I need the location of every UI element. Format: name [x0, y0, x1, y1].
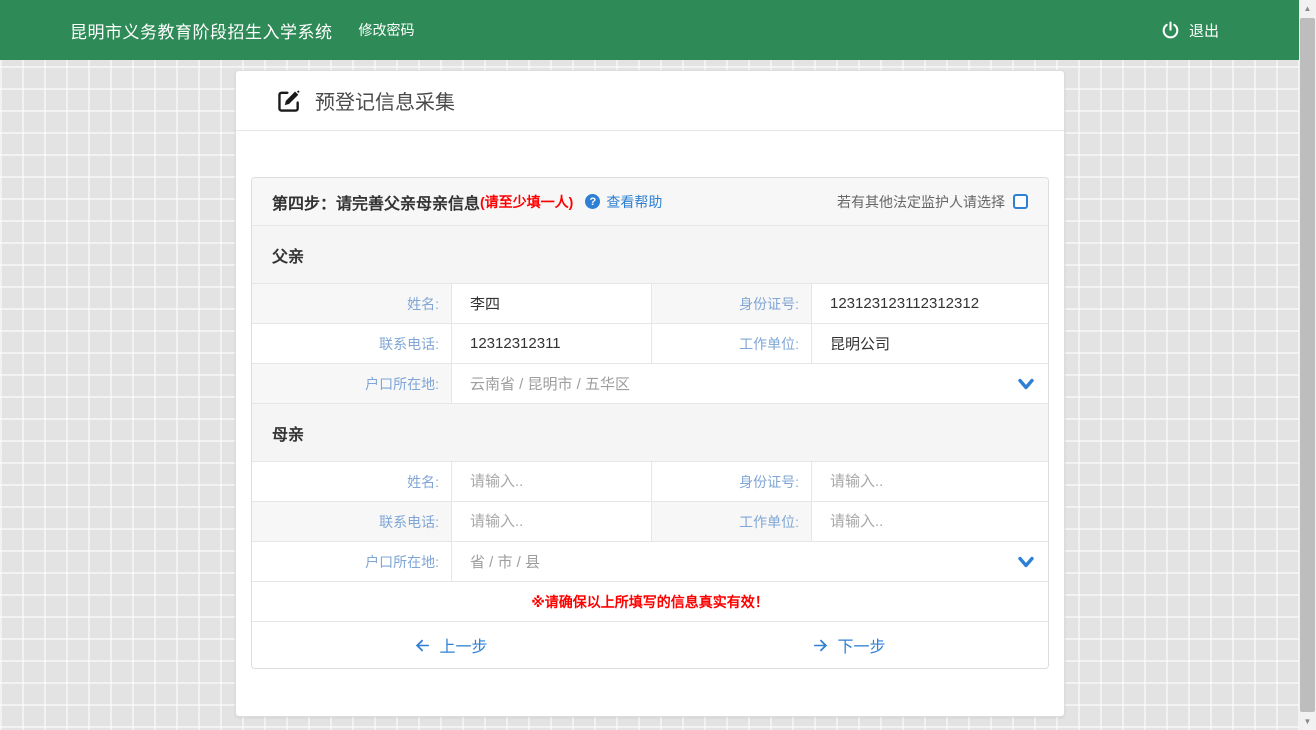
father-phone-label: 联系电话:	[252, 324, 452, 363]
step-navigation: 上一步 下一步	[252, 622, 1048, 668]
mother-employer-label: 工作单位:	[652, 502, 812, 541]
father-row-phone-employer: 联系电话: 工作单位:	[252, 324, 1048, 364]
other-guardian-label: 若有其他法定监护人请选择	[837, 192, 1005, 212]
chevron-down-icon	[1018, 556, 1034, 568]
pencil-square-icon	[276, 88, 302, 114]
father-row-residence: 户口所在地: 云南省 / 昆明市 / 五华区	[252, 364, 1048, 404]
father-employer-input[interactable]	[830, 335, 1048, 352]
change-password-link[interactable]: 修改密码	[359, 20, 415, 40]
logout-label: 退出	[1189, 20, 1219, 41]
registration-card: 预登记信息采集 第四步：请完善父亲母亲信息 (请至少填一人) ? 查看帮助 若有…	[235, 70, 1065, 717]
step-header: 第四步：请完善父亲母亲信息 (请至少填一人) ? 查看帮助 若有其他法定监护人请…	[252, 178, 1048, 226]
logout-button[interactable]: 退出	[1161, 20, 1219, 41]
father-residence-select[interactable]: 云南省 / 昆明市 / 五华区	[452, 364, 1048, 403]
question-circle-icon: ?	[585, 194, 600, 209]
father-phone-input[interactable]	[470, 335, 651, 352]
help-link-label: 查看帮助	[606, 192, 662, 212]
father-section-title: 父亲	[272, 243, 304, 267]
vertical-scrollbar[interactable]: ▲ ▼	[1299, 0, 1316, 730]
navbar-brand[interactable]: 昆明市义务教育阶段招生入学系统	[70, 18, 333, 43]
mother-row-phone-employer: 联系电话: 工作单位:	[252, 502, 1048, 542]
other-guardian-option: 若有其他法定监护人请选择	[837, 192, 1028, 212]
mother-name-input[interactable]	[470, 473, 651, 490]
chevron-down-icon	[1018, 378, 1034, 390]
page-title: 预登记信息采集	[315, 86, 455, 115]
scrollbar-thumb[interactable]	[1300, 18, 1315, 712]
prev-step-label: 上一步	[439, 633, 487, 657]
mother-name-label: 姓名:	[252, 462, 452, 501]
father-name-input[interactable]	[470, 295, 651, 312]
warning-text: ※请确保以上所填写的信息真实有效！	[531, 592, 769, 612]
prev-step-button[interactable]: 上一步	[414, 633, 487, 657]
mother-section-header: 母亲	[252, 404, 1048, 462]
step-note: (请至少填一人)	[480, 192, 573, 212]
father-name-label: 姓名:	[252, 284, 452, 323]
power-icon	[1161, 21, 1180, 40]
mother-row-name-id: 姓名: 身份证号:	[252, 462, 1048, 502]
father-section-header: 父亲	[252, 226, 1048, 284]
father-row-name-id: 姓名: 身份证号:	[252, 284, 1048, 324]
card-header: 预登记信息采集	[236, 71, 1064, 131]
father-residence-value: 云南省 / 昆明市 / 五华区	[470, 373, 630, 394]
father-employer-label: 工作单位:	[652, 324, 812, 363]
next-step-button[interactable]: 下一步	[812, 633, 885, 657]
mother-row-residence: 户口所在地: 省 / 市 / 县	[252, 542, 1048, 582]
mother-employer-input[interactable]	[830, 513, 1048, 530]
mother-residence-select[interactable]: 省 / 市 / 县	[452, 542, 1048, 581]
mother-phone-label: 联系电话:	[252, 502, 452, 541]
view-help-link[interactable]: ? 查看帮助	[585, 192, 662, 212]
next-step-label: 下一步	[837, 633, 885, 657]
arrow-left-icon	[414, 637, 431, 654]
form-panel: 第四步：请完善父亲母亲信息 (请至少填一人) ? 查看帮助 若有其他法定监护人请…	[251, 177, 1049, 669]
arrow-right-icon	[812, 637, 829, 654]
father-residence-label: 户口所在地:	[252, 364, 452, 403]
scroll-up-icon[interactable]: ▲	[1299, 0, 1316, 17]
mother-residence-label: 户口所在地:	[252, 542, 452, 581]
scroll-down-icon[interactable]: ▼	[1299, 713, 1316, 730]
mother-residence-placeholder: 省 / 市 / 县	[470, 551, 540, 572]
other-guardian-checkbox[interactable]	[1013, 194, 1028, 209]
mother-id-label: 身份证号:	[652, 462, 812, 501]
mother-phone-input[interactable]	[470, 513, 651, 530]
step-title: 第四步：请完善父亲母亲信息	[272, 190, 480, 214]
navbar: 昆明市义务教育阶段招生入学系统 修改密码 退出	[0, 0, 1299, 60]
mother-section-title: 母亲	[272, 421, 304, 445]
card-body: 第四步：请完善父亲母亲信息 (请至少填一人) ? 查看帮助 若有其他法定监护人请…	[236, 131, 1064, 669]
warning-row: ※请确保以上所填写的信息真实有效！	[252, 582, 1048, 622]
father-id-input[interactable]	[830, 295, 1048, 312]
mother-id-input[interactable]	[830, 473, 1048, 490]
father-id-label: 身份证号:	[652, 284, 812, 323]
